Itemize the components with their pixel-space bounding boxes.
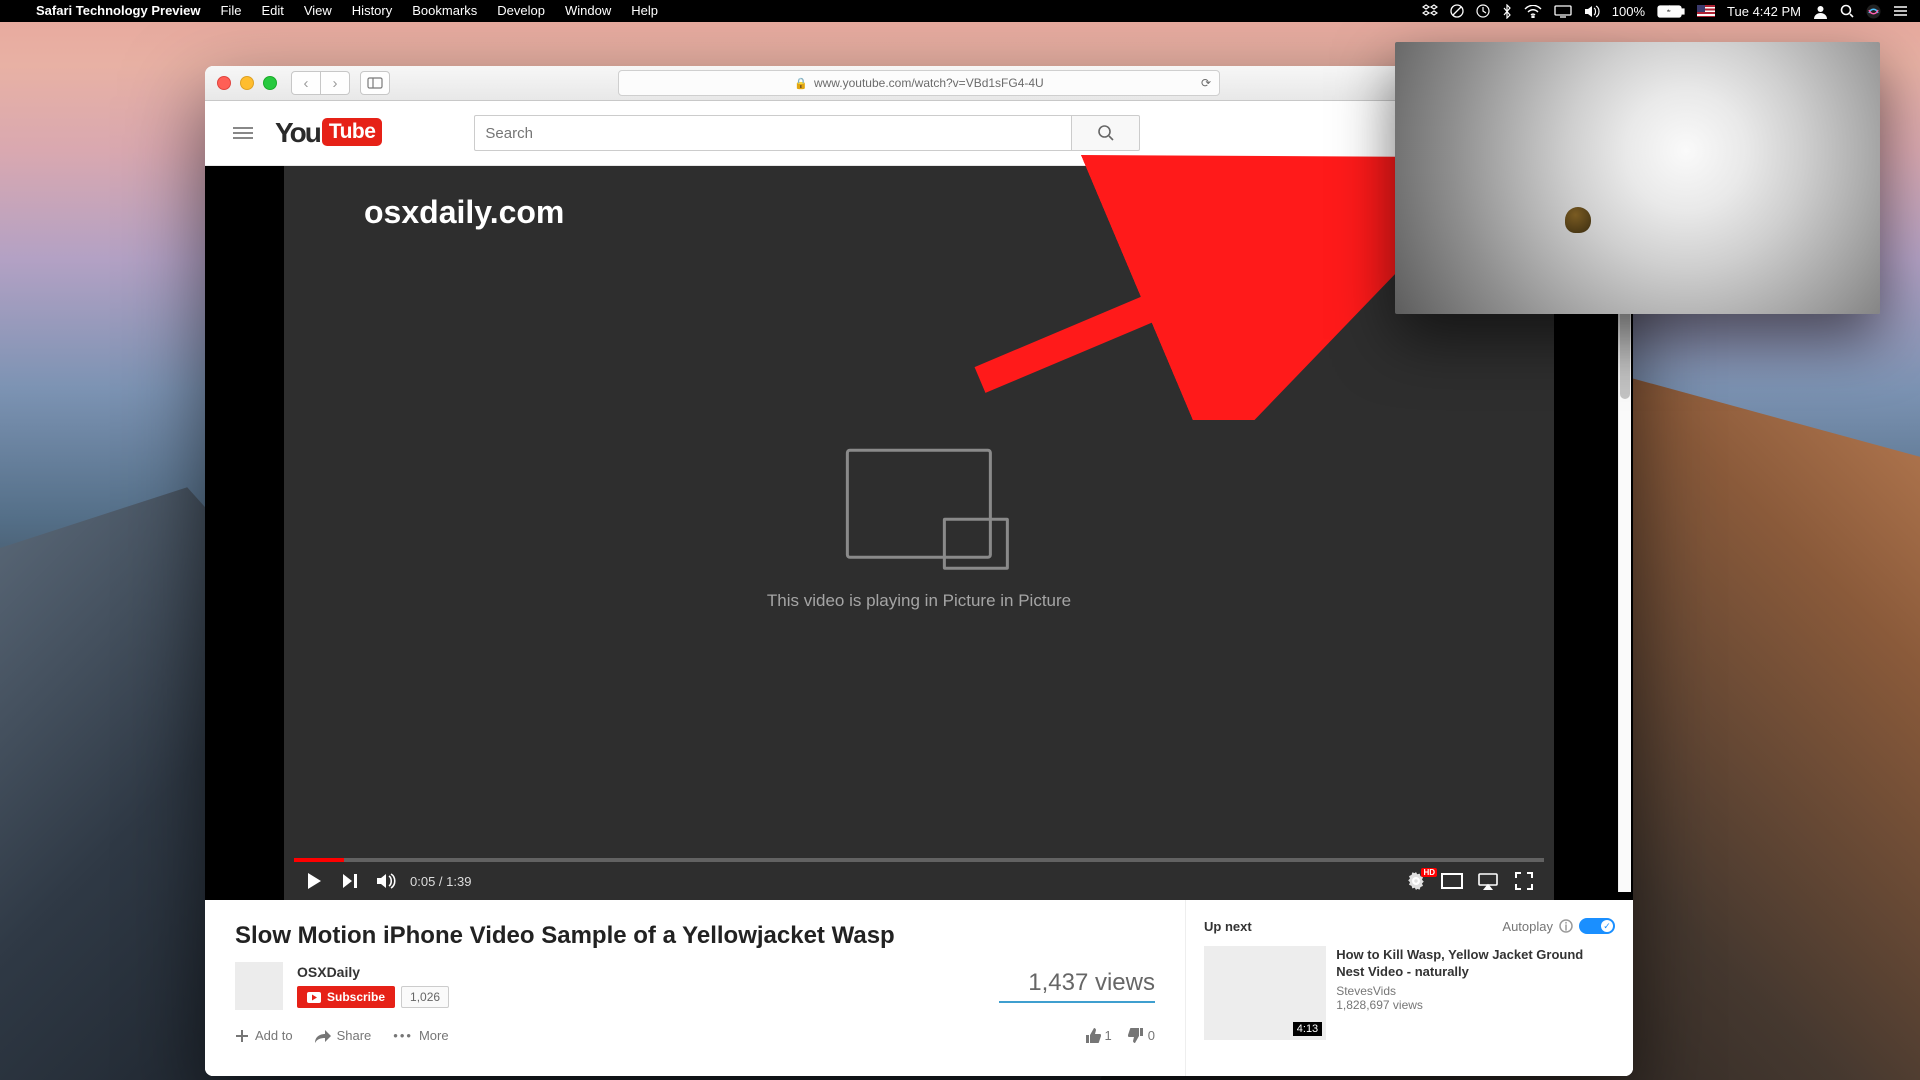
thumbs-up-icon: [1085, 1028, 1101, 1043]
pip-placeholder: This video is playing in Picture in Pict…: [767, 449, 1071, 611]
below-video-row: Slow Motion iPhone Video Sample of a Yel…: [205, 900, 1633, 1076]
input-source-flag[interactable]: [1697, 5, 1715, 17]
subscriber-count: 1,026: [401, 986, 449, 1008]
subscribe-label: Subscribe: [327, 990, 385, 1004]
subscribe-button[interactable]: Subscribe: [297, 986, 395, 1008]
siri-icon[interactable]: [1866, 4, 1881, 19]
menu-view[interactable]: View: [294, 0, 342, 22]
bluetooth-icon[interactable]: [1502, 4, 1512, 19]
recommended-thumbnail: 4:13: [1204, 946, 1326, 1040]
window-close-button[interactable]: [217, 76, 231, 90]
more-button[interactable]: ••• More: [393, 1028, 448, 1043]
guide-menu-button[interactable]: [233, 124, 253, 142]
battery-percent: 100%: [1612, 4, 1645, 19]
menu-window[interactable]: Window: [555, 0, 621, 22]
airplay-button[interactable]: [1470, 873, 1506, 890]
next-button[interactable]: [332, 872, 368, 890]
donotdisturb-icon[interactable]: [1450, 4, 1464, 18]
search-icon: [1097, 124, 1115, 142]
wifi-icon[interactable]: [1524, 5, 1542, 18]
recommended-item[interactable]: 4:13 How to Kill Wasp, Yellow Jacket Gro…: [1204, 946, 1615, 1040]
youtube-icon: [307, 992, 321, 1003]
timecode: 0:05 / 1:39: [410, 874, 471, 889]
timemachine-icon[interactable]: [1476, 4, 1490, 18]
hd-badge: HD: [1421, 868, 1437, 877]
lock-icon: 🔒: [794, 77, 808, 90]
channel-avatar[interactable]: [235, 962, 283, 1010]
menu-develop[interactable]: Develop: [487, 0, 555, 22]
dropbox-icon[interactable]: [1422, 4, 1438, 18]
volume-icon[interactable]: [1584, 5, 1600, 18]
sentiment-bar: [999, 1001, 1155, 1003]
address-bar[interactable]: 🔒 www.youtube.com/watch?v=VBd1sFG4-4U ⟳: [618, 70, 1220, 96]
thumbs-down-icon: [1128, 1028, 1144, 1043]
show-sidebar-button[interactable]: [360, 71, 390, 95]
nav-forward-button[interactable]: ›: [321, 71, 350, 95]
video-watermark: osxdaily.com: [364, 194, 564, 231]
like-button[interactable]: 1: [1085, 1028, 1112, 1043]
settings-button[interactable]: HD: [1398, 872, 1434, 890]
autoplay-label: Autoplay: [1502, 919, 1553, 934]
youtube-logo[interactable]: YouTube: [275, 117, 382, 149]
dislike-button[interactable]: 0: [1128, 1028, 1155, 1043]
menu-history[interactable]: History: [342, 0, 402, 22]
search-input[interactable]: [474, 115, 1072, 151]
autoplay-toggle[interactable]: [1579, 918, 1615, 934]
search-button[interactable]: [1072, 115, 1140, 151]
menu-help[interactable]: Help: [621, 0, 668, 22]
menu-edit[interactable]: Edit: [251, 0, 293, 22]
plus-icon: [235, 1029, 249, 1043]
view-count: 1,437 views: [999, 969, 1155, 997]
battery-icon[interactable]: [1657, 5, 1685, 18]
menubar-clock[interactable]: Tue 4:42 PM: [1727, 4, 1801, 19]
share-icon: [315, 1029, 331, 1043]
recommended-views: 1,828,697 views: [1336, 998, 1615, 1012]
recommended-title: How to Kill Wasp, Yellow Jacket Ground N…: [1336, 946, 1615, 980]
url-text: www.youtube.com/watch?v=VBd1sFG4-4U: [814, 76, 1044, 90]
user-icon[interactable]: [1813, 4, 1828, 19]
menu-file[interactable]: File: [210, 0, 251, 22]
up-next-label: Up next: [1204, 919, 1252, 934]
player-controls: 0:05 / 1:39 HD: [284, 862, 1554, 900]
video-player[interactable]: osxdaily.com This video is playing in Pi…: [284, 166, 1554, 900]
add-to-button[interactable]: Add to: [235, 1028, 293, 1043]
menu-bookmarks[interactable]: Bookmarks: [402, 0, 487, 22]
window-zoom-button[interactable]: [263, 76, 277, 90]
recommended-channel: StevesVids: [1336, 984, 1615, 998]
display-icon[interactable]: [1554, 5, 1572, 18]
pip-message: This video is playing in Picture in Pict…: [767, 591, 1071, 611]
recommended-duration: 4:13: [1293, 1022, 1322, 1036]
ellipsis-icon: •••: [393, 1028, 413, 1043]
video-title: Slow Motion iPhone Video Sample of a Yel…: [235, 922, 1155, 950]
app-menu[interactable]: Safari Technology Preview: [26, 0, 210, 22]
pip-window[interactable]: [1395, 42, 1880, 314]
theater-mode-button[interactable]: [1434, 873, 1470, 889]
fullscreen-button[interactable]: [1506, 872, 1542, 890]
channel-name[interactable]: OSXDaily: [297, 964, 449, 980]
pip-icon: [846, 449, 992, 559]
video-meta-panel: Slow Motion iPhone Video Sample of a Yel…: [205, 900, 1186, 1076]
share-button[interactable]: Share: [315, 1028, 372, 1043]
window-minimize-button[interactable]: [240, 76, 254, 90]
mute-button[interactable]: [368, 872, 404, 890]
info-icon[interactable]: [1559, 919, 1573, 933]
play-button[interactable]: [296, 872, 332, 890]
spotlight-icon[interactable]: [1840, 4, 1854, 18]
reload-button[interactable]: ⟳: [1201, 76, 1211, 90]
sidebar-column: Up next Autoplay 4:13 How to Kill Wasp, …: [1186, 900, 1633, 1076]
notification-center-icon[interactable]: [1893, 5, 1908, 17]
macos-menubar: Safari Technology Preview File Edit View…: [0, 0, 1920, 22]
nav-back-button[interactable]: ‹: [291, 71, 321, 95]
